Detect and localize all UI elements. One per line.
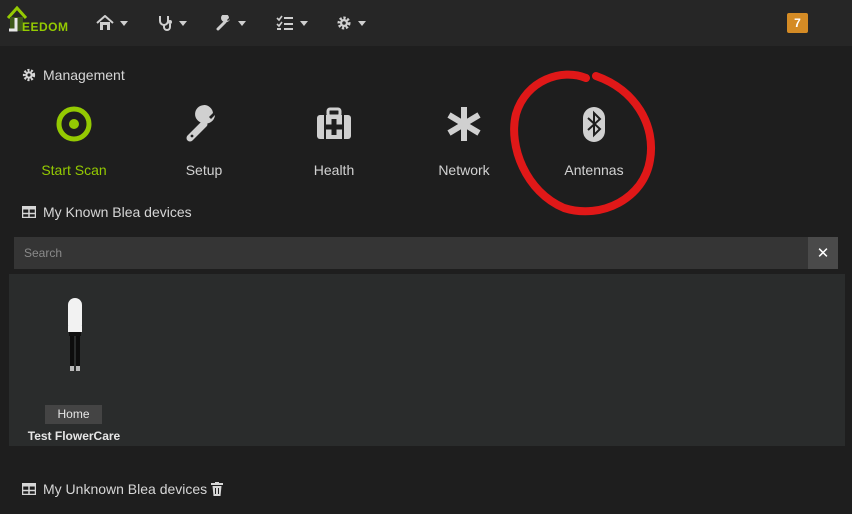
management-header: Management (22, 67, 125, 83)
search-bar: ✕ (14, 237, 838, 269)
tile-label: Network (438, 162, 490, 178)
known-devices-panel: Home Test FlowerCare (9, 274, 845, 446)
chevron-down-icon (179, 20, 187, 26)
stethoscope-icon (159, 16, 172, 31)
tile-label: Antennas (564, 162, 624, 178)
tile-label: Start Scan (41, 162, 107, 178)
chevron-down-icon (238, 20, 246, 26)
menu-analysis[interactable] (157, 12, 187, 34)
table-icon (22, 483, 36, 495)
trash-icon[interactable] (211, 482, 224, 496)
close-icon: ✕ (816, 245, 830, 262)
table-icon (22, 206, 36, 218)
menu-plugins[interactable] (276, 12, 308, 34)
menu-tools[interactable] (216, 12, 246, 34)
chevron-down-icon (120, 20, 128, 26)
tile-start-scan[interactable]: Start Scan (14, 98, 134, 184)
unknown-devices-title: My Unknown Blea devices (43, 481, 208, 497)
menu-home[interactable] (96, 12, 128, 34)
device-card[interactable]: Home Test FlowerCare (23, 292, 125, 443)
top-navbar: EEDOM 7 (0, 0, 852, 46)
gear-icon (22, 68, 36, 82)
asterisk-icon (447, 107, 481, 141)
flowercare-sensor-image (68, 298, 82, 371)
menu-settings[interactable] (336, 12, 366, 34)
known-devices-title: My Known Blea devices (43, 204, 192, 220)
unknown-devices-header: My Unknown Blea devices (22, 481, 224, 497)
tile-antennas[interactable]: Antennas (534, 98, 654, 184)
chevron-down-icon (358, 20, 366, 26)
device-object-label: Home (45, 405, 102, 424)
notification-badge[interactable]: 7 (787, 13, 808, 33)
tile-network[interactable]: Network (404, 98, 524, 184)
tile-health[interactable]: Health (274, 98, 394, 184)
tile-label: Health (313, 162, 355, 178)
logo-text: EEDOM (22, 20, 69, 34)
known-devices-header: My Known Blea devices (22, 204, 192, 220)
chevron-down-icon (300, 20, 308, 26)
tile-label: Setup (185, 162, 223, 178)
bluetooth-icon (583, 107, 605, 142)
jeedom-logo[interactable]: EEDOM (6, 4, 78, 38)
management-title: Management (43, 67, 125, 83)
clear-search-button[interactable]: ✕ (808, 237, 838, 269)
medkit-icon (317, 107, 351, 139)
search-input[interactable] (14, 237, 808, 269)
tasks-icon (276, 15, 293, 30)
gear-icon (337, 16, 351, 30)
wrench-icon (216, 15, 230, 31)
device-name: Test FlowerCare (27, 429, 121, 443)
target-icon (56, 106, 92, 142)
wrench-icon (186, 105, 215, 142)
tile-setup[interactable]: Setup (144, 98, 264, 184)
home-icon (96, 15, 114, 30)
